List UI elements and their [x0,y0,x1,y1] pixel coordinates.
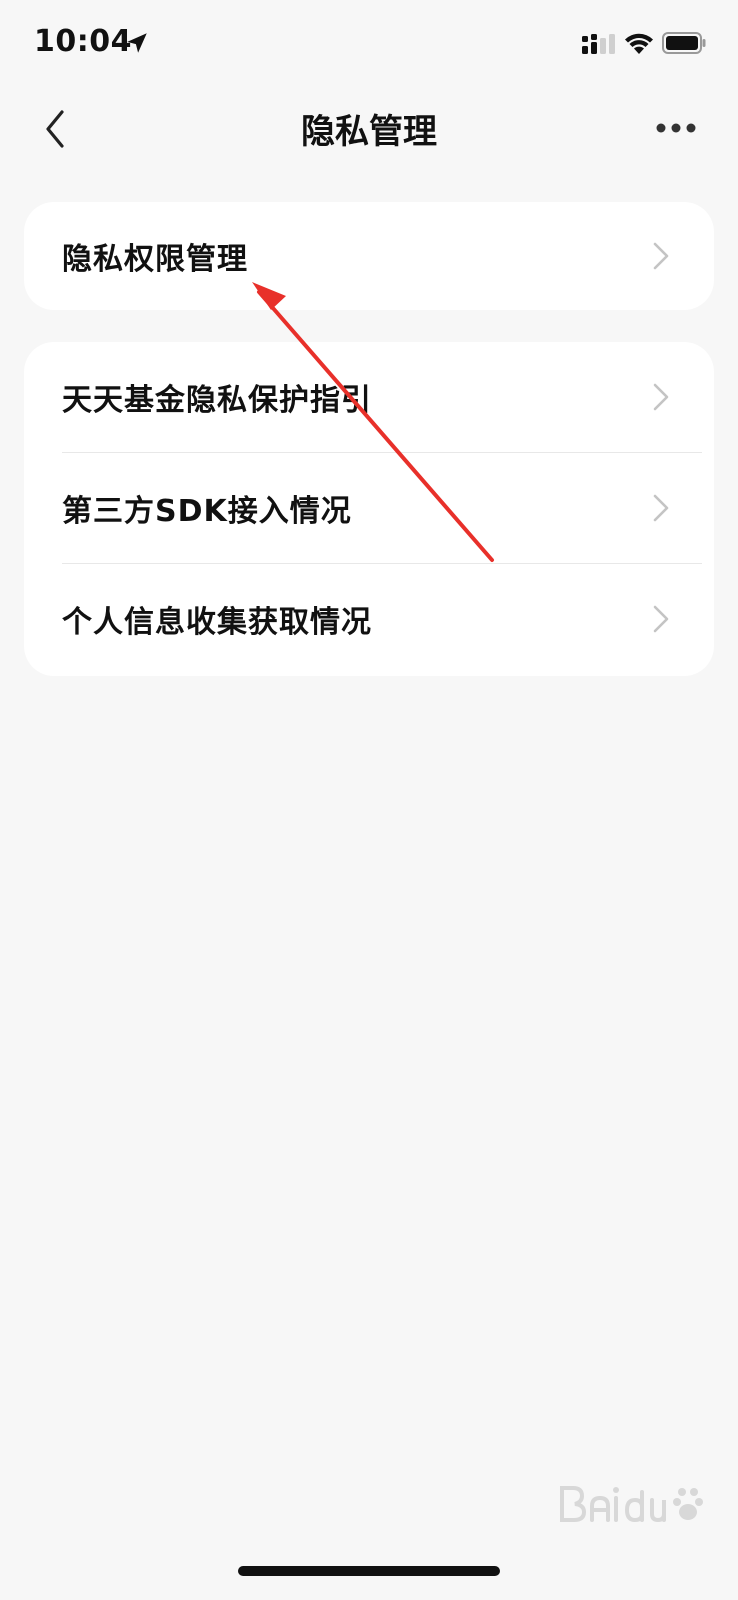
list-item-label: 个人信息收集获取情况 [62,605,372,640]
status-time: 10:04 [34,24,132,59]
list-item-privacy-permission-management[interactable]: 隐私权限管理 [24,202,714,310]
settings-card-permissions: 隐私权限管理 [24,202,714,310]
more-dots-icon [656,123,696,133]
chevron-right-icon [653,242,669,270]
chevron-right-icon [653,383,669,411]
settings-card-info: 天天基金隐私保护指引 第三方SDK接入情况 个人信息收集获取情况 [24,342,714,676]
chevron-right-icon [653,605,669,633]
list-item-label: 第三方SDK接入情况 [62,494,352,529]
status-bar: 10:04 [0,0,738,90]
list-item-third-party-sdk[interactable]: 第三方SDK接入情况 [24,453,714,563]
list-item-label: 天天基金隐私保护指引 [62,383,372,418]
location-icon [127,33,147,53]
home-indicator[interactable] [238,1566,500,1576]
more-button[interactable] [654,112,698,144]
list-item-privacy-protection-guide[interactable]: 天天基金隐私保护指引 [24,342,714,452]
signal-icon [582,34,615,54]
page-title: 隐私管理 [301,112,437,152]
list-item-personal-info-collection[interactable]: 个人信息收集获取情况 [24,564,714,674]
page: 10:04 隐私管理 隐私权限管理 天天基金隐私保护指引 第三方SDK接入情况 … [0,0,738,1600]
chevron-right-icon [653,494,669,522]
watermark-logo [560,1486,703,1523]
wifi-icon [625,33,653,54]
battery-icon [662,32,706,54]
list-item-label: 隐私权限管理 [62,242,248,277]
nav-bar: 隐私管理 [0,90,738,170]
